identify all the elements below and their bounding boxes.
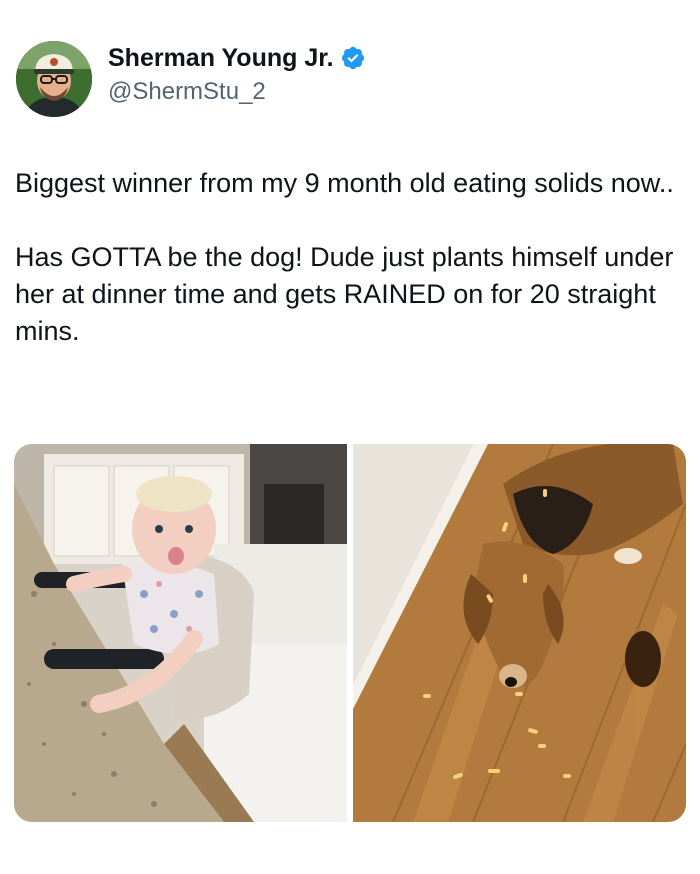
media-photo-dog[interactable] [353,444,686,822]
avatar-image [16,41,92,117]
author-handle[interactable]: @ShermStu_2 [108,77,366,107]
media-photo-baby[interactable] [14,444,347,822]
tweet-paragraph: Has GOTTA be the dog! Dude just plants h… [15,242,674,346]
author-avatar[interactable] [16,41,92,117]
tweet-text: Biggest winner from my 9 month old eatin… [15,165,687,350]
tweet-paragraph: Biggest winner from my 9 month old eatin… [15,168,674,198]
tweet-media [14,444,686,822]
baby-photo [14,444,347,822]
tweet-header: Sherman Young Jr. @ShermStu_2 [16,40,366,118]
verified-badge-icon [340,45,366,71]
author-display-name[interactable]: Sherman Young Jr. [108,43,334,73]
author-names: Sherman Young Jr. @ShermStu_2 [108,43,366,107]
author-name-row[interactable]: Sherman Young Jr. [108,43,366,73]
dog-photo [353,444,686,822]
tweet-card: Sherman Young Jr. @ShermStu_2 Biggest wi… [0,0,700,874]
